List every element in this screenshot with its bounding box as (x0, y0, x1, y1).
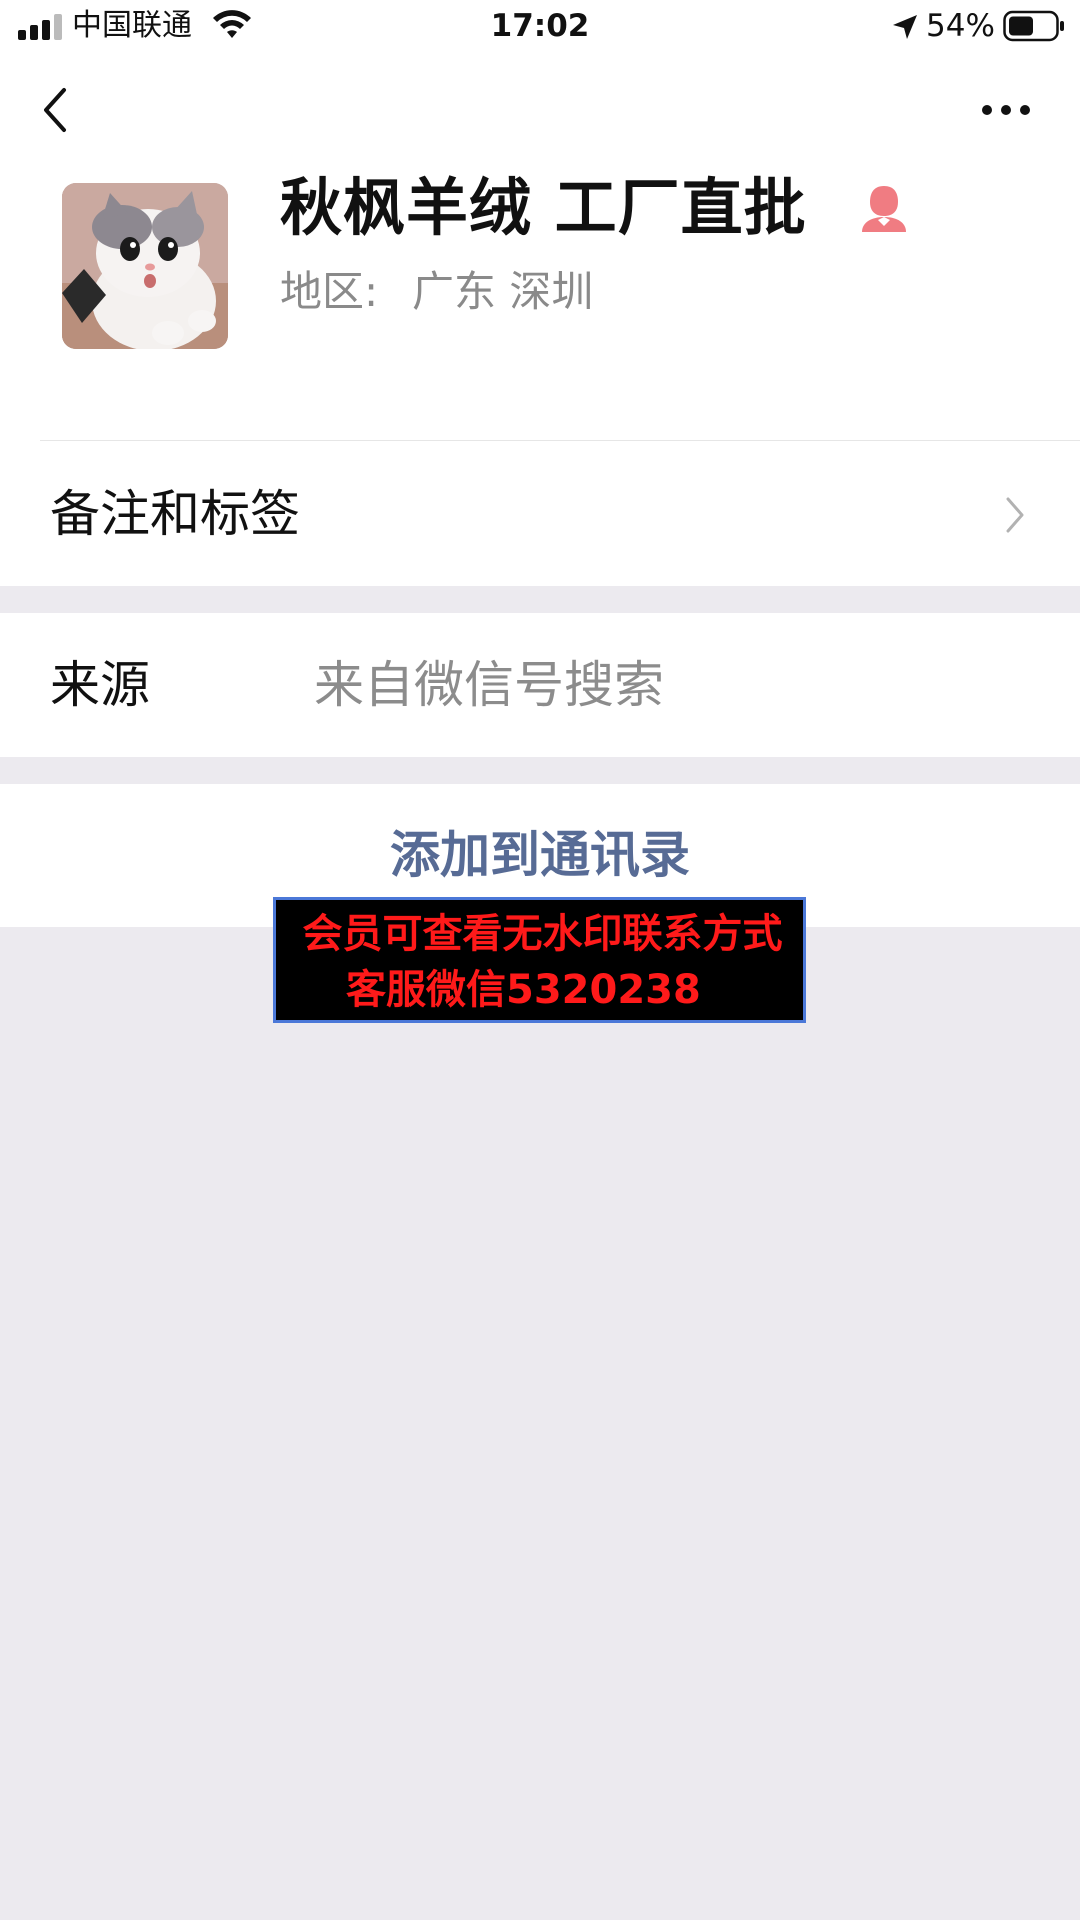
chevron-right-icon (1006, 497, 1024, 533)
battery-percent: 54% (926, 8, 995, 44)
watermark-line-1: 会员可查看无水印联系方式 (302, 911, 783, 957)
region-value: 广东 深圳 (412, 267, 594, 316)
profile-name: 秋枫羊绒 工厂直批 (280, 171, 807, 244)
source-row: 来源 来自微信号搜索 (0, 613, 1080, 757)
add-to-contacts-label: 添加到通讯录 (390, 826, 690, 884)
watermark-line-2: 客服微信5320238 (346, 967, 701, 1013)
status-bar: 中国联通 17:02 54% (0, 0, 1080, 56)
notes-tags-row[interactable]: 备注和标签 (0, 441, 1080, 586)
source-label: 来源 (50, 656, 150, 714)
battery-icon (1003, 10, 1064, 42)
avatar[interactable] (62, 183, 228, 349)
chevron-left-icon[interactable] (30, 80, 80, 140)
cat-photo (62, 183, 228, 349)
watermark-banner: 会员可查看无水印联系方式 客服微信5320238 (273, 897, 806, 1023)
notes-tags-label: 备注和标签 (50, 485, 300, 543)
more-dots-icon[interactable] (980, 90, 1032, 130)
location-arrow-icon (893, 15, 917, 39)
region-label: 地区: (280, 267, 379, 316)
source-value: 来自微信号搜索 (314, 656, 664, 714)
female-icon (862, 186, 906, 232)
